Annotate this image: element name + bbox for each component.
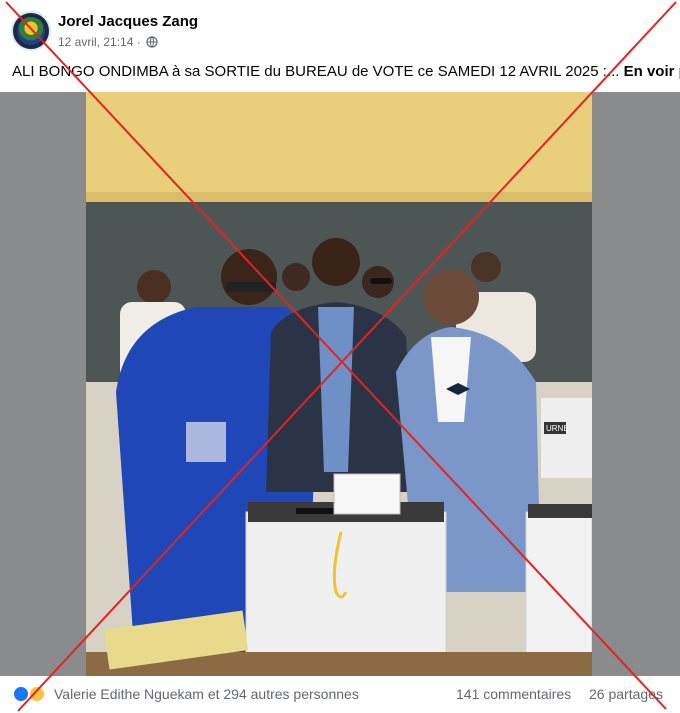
caption-text: ALI BONGO ONDIMBA à sa SORTIE du BUREAU … xyxy=(12,63,620,80)
haha-reaction-icon[interactable] xyxy=(28,685,46,703)
post-media[interactable]: URNE xyxy=(0,92,680,676)
post-photo[interactable]: URNE xyxy=(86,92,592,676)
comments-count[interactable]: 141 commentaires xyxy=(456,686,571,702)
post-footer: Valerie Edithe Nguekam et 294 autres per… xyxy=(0,676,680,713)
post-timestamp[interactable]: 12 avril, 21:14 · xyxy=(58,35,141,49)
urne-label: URNE xyxy=(546,424,569,433)
reactions-summary[interactable]: Valerie Edithe Nguekam et 294 autres per… xyxy=(54,686,359,702)
globe-icon xyxy=(146,36,158,48)
post-caption: ALI BONGO ONDIMBA à sa SORTIE du BUREAU … xyxy=(12,62,680,82)
post-meta: 12 avril, 21:14 · xyxy=(58,35,158,49)
avatar-emblem xyxy=(17,17,45,45)
see-more-link[interactable]: En voir plus xyxy=(624,63,680,80)
shares-count[interactable]: 26 partages xyxy=(589,686,663,702)
post-header: Jorel Jacques Zang 12 avril, 21:14 · xyxy=(0,0,680,56)
photo-illustration: URNE xyxy=(86,92,592,676)
author-avatar[interactable] xyxy=(11,11,51,51)
author-name[interactable]: Jorel Jacques Zang xyxy=(58,13,198,30)
